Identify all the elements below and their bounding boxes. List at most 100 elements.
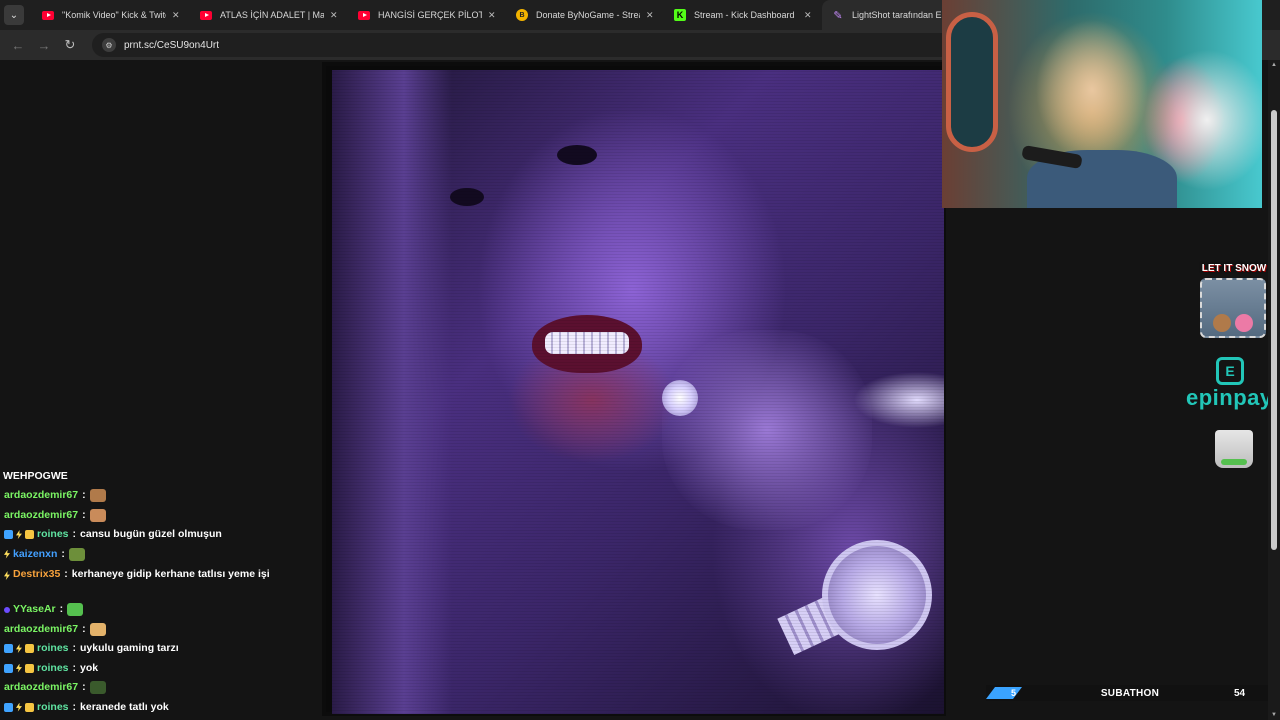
screenshot-image xyxy=(332,70,944,714)
epinpay-logo-icon: E xyxy=(1216,357,1244,385)
browser-tab-3[interactable]: B Donate ByNoGame - Streamer ✕ xyxy=(506,0,664,30)
chat-separator: : xyxy=(64,568,68,580)
chat-username[interactable]: ardaozdemir67 xyxy=(4,486,78,506)
purple-badge-icon[interactable] xyxy=(4,607,10,613)
chat-username[interactable]: ardaozdemir67 xyxy=(4,506,78,526)
chat-message: ardaozdemir67: xyxy=(0,506,320,526)
chat-text: keranede tatlı yok xyxy=(80,700,169,713)
url-text: prnt.sc/CeSU9on4Urt xyxy=(124,39,220,51)
chat-separator: : xyxy=(72,528,77,540)
close-icon[interactable]: ✕ xyxy=(488,10,498,21)
close-icon[interactable]: ✕ xyxy=(646,10,656,21)
chat-text: cansu bugün güzel olmuşun xyxy=(80,528,222,540)
chat-text: yok xyxy=(80,661,99,674)
chat-header-message: WEHPOGWE xyxy=(3,470,68,482)
chat-text: uykulu gaming tarzı xyxy=(80,642,179,654)
youtube-icon xyxy=(358,9,370,21)
donate-icon: B xyxy=(516,9,528,21)
address-bar[interactable]: ⚙ prnt.sc/CeSU9on4Urt xyxy=(92,33,1032,57)
let-it-snow-title: LET IT SNOW xyxy=(1201,263,1267,274)
close-icon[interactable]: ✕ xyxy=(804,10,814,21)
chat-username[interactable]: Destrix35 xyxy=(13,566,60,582)
scroll-down-icon[interactable]: ▼ xyxy=(1270,712,1278,718)
emote-icon xyxy=(67,603,84,616)
chat-separator: : xyxy=(72,700,77,713)
let-it-snow-widget xyxy=(1200,278,1266,338)
chat-separator: : xyxy=(82,681,86,693)
chat-username[interactable]: roines xyxy=(37,525,69,545)
chat-username[interactable]: roines xyxy=(37,659,69,679)
chat-separator: : xyxy=(82,489,86,501)
bolt-badge-icon[interactable] xyxy=(16,644,22,653)
emote-icon xyxy=(89,508,106,522)
scrollbar-thumb[interactable] xyxy=(1271,110,1277,550)
gold-badge-icon[interactable] xyxy=(25,702,34,712)
close-icon[interactable]: ✕ xyxy=(330,10,340,21)
feather-icon: ✎ xyxy=(833,9,843,22)
browser-tab-0[interactable]: "Komik Video" Kick & Twitch K ✕ xyxy=(32,0,190,30)
blue-badge-icon[interactable] xyxy=(4,644,13,653)
chat-username[interactable]: ardaozdemir67 xyxy=(4,620,78,640)
back-arrow-icon[interactable]: ← xyxy=(8,38,28,53)
emote-icon xyxy=(89,622,106,636)
bolt-badge-icon[interactable] xyxy=(16,530,22,539)
chat-username[interactable]: YYaseAr xyxy=(13,600,56,620)
gold-badge-icon[interactable] xyxy=(25,530,34,539)
bolt-badge-icon[interactable] xyxy=(16,663,22,673)
chat-message: roines: yok xyxy=(0,659,320,679)
chat-username[interactable]: kaizenxn xyxy=(13,545,57,565)
chat-text: kerhaneye gidip kerhane tatlısı yeme işi xyxy=(71,568,270,580)
blue-badge-icon[interactable] xyxy=(4,663,13,673)
chat-separator: : xyxy=(59,603,64,615)
chat-message: ardaozdemir67: xyxy=(0,620,320,640)
browser-tab-2[interactable]: HANGİSİ GERÇEK PİLOT?! ft. @ ✕ xyxy=(348,0,506,30)
bear-icon xyxy=(1213,314,1231,332)
subathon-left-value: 5 xyxy=(986,687,1022,699)
subathon-count: 54 xyxy=(1234,687,1246,699)
bolt-badge-icon[interactable] xyxy=(4,571,10,580)
youtube-icon xyxy=(200,9,212,21)
tab-title: HANGİSİ GERÇEK PİLOT?! ft. @ xyxy=(378,10,482,20)
chat-message: kaizenxn: xyxy=(0,545,320,565)
tab-title: "Komik Video" Kick & Twitch K xyxy=(62,10,166,20)
close-icon[interactable]: ✕ xyxy=(172,10,182,21)
forward-arrow-icon[interactable]: → xyxy=(34,38,54,53)
gold-badge-icon[interactable] xyxy=(25,663,34,673)
subathon-label: SUBATHON xyxy=(1100,687,1160,699)
chat-separator: : xyxy=(61,547,65,560)
chat-message: Destrix35: kerhaneye gidip kerhane tatlıs… xyxy=(0,564,320,600)
youtube-icon xyxy=(42,9,54,21)
chat-separator: : xyxy=(82,622,86,635)
chat-message: roines: uykulu gaming tarzı xyxy=(0,639,320,659)
chat-message: YYaseAr: xyxy=(0,600,320,620)
chat-separator: : xyxy=(72,642,77,654)
gold-badge-icon[interactable] xyxy=(25,644,34,653)
scroll-up-icon[interactable]: ▲ xyxy=(1270,62,1278,68)
blue-badge-icon[interactable] xyxy=(4,702,13,712)
reload-icon[interactable]: ↻ xyxy=(60,37,80,53)
browser-tab-4[interactable]: K Stream - Kick Dashboard ✕ xyxy=(664,0,822,30)
page-scrollbar[interactable]: ▲ ▼ xyxy=(1268,60,1280,720)
browser-tab-1[interactable]: ATLAS İÇİN ADALET | Madara C ✕ xyxy=(190,0,348,30)
site-info-icon[interactable]: ⚙ xyxy=(102,38,116,52)
chat-username[interactable]: roines xyxy=(37,639,69,659)
tab-title: Donate ByNoGame - Streamer xyxy=(536,10,640,20)
blue-badge-icon[interactable] xyxy=(4,530,13,539)
chat-message-list: ardaozdemir67: ardaozdemir67: roines: cansu… xyxy=(0,486,320,717)
tab-title: Stream - Kick Dashboard xyxy=(694,10,795,20)
subathon-bar: 5 SUBATHON 54 xyxy=(986,685,1268,701)
epinpay-logo-text: epinpay xyxy=(1186,385,1273,410)
tab-search-button[interactable]: ⌄ xyxy=(4,5,24,25)
emote-icon xyxy=(68,547,85,561)
chat-message: roines: keranede tatlı yok xyxy=(0,698,320,718)
chat-username[interactable]: roines xyxy=(37,698,69,718)
emote-icon xyxy=(89,681,106,694)
kick-icon: K xyxy=(674,9,686,21)
chat-message: ardaozdemir67: xyxy=(0,486,320,506)
tab-title: ATLAS İÇİN ADALET | Madara C xyxy=(220,10,324,20)
chat-panel: WEHPOGWE ardaozdemir67: ardaozdemir67: roi… xyxy=(0,466,320,717)
bolt-badge-icon[interactable] xyxy=(16,702,22,712)
emote-icon xyxy=(89,489,106,502)
bolt-badge-icon[interactable] xyxy=(4,549,10,559)
chat-username[interactable]: ardaozdemir67 xyxy=(4,678,78,698)
